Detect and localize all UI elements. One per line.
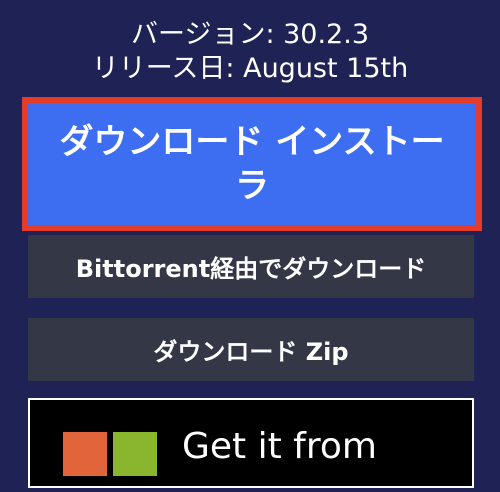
store-badge-text: Get it from <box>182 426 377 467</box>
installer-highlight-frame: ダウンロード インストーラ <box>22 97 482 231</box>
release-date-text: リリース日: August 15th <box>91 53 409 84</box>
logo-green-square <box>113 432 157 476</box>
microsoft-logo-icon <box>63 432 157 492</box>
logo-red-square <box>63 432 107 476</box>
version-text: バージョン: 30.2.3 <box>130 19 370 50</box>
download-installer-button[interactable]: ダウンロード インストーラ <box>28 103 476 225</box>
microsoft-store-badge[interactable]: Get it from <box>28 398 474 488</box>
download-zip-button[interactable]: ダウンロード Zip <box>28 318 474 381</box>
version-info: バージョン: 30.2.3 リリース日: August 15th <box>0 18 500 86</box>
download-bittorrent-button[interactable]: Bittorrent経由でダウンロード <box>28 235 474 298</box>
